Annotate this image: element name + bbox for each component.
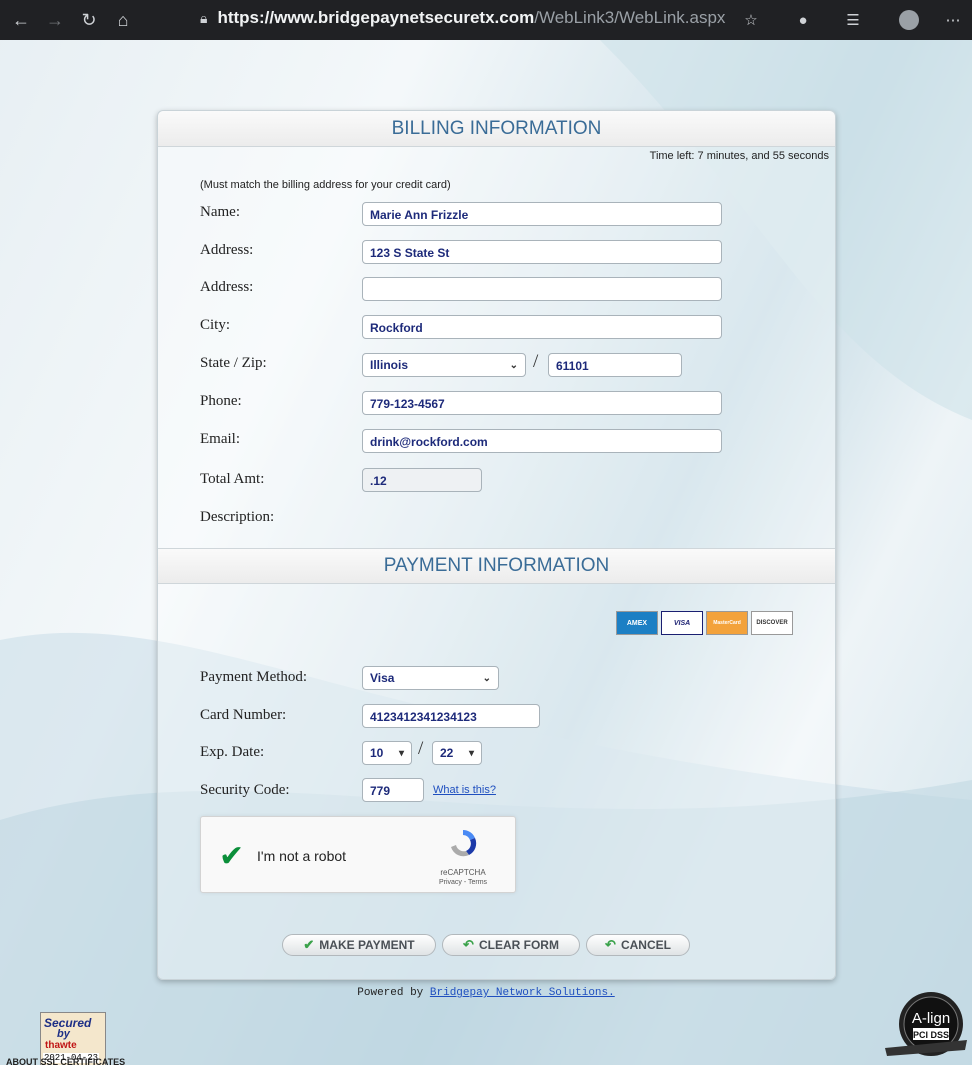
address2-label: Address: — [200, 279, 254, 295]
name-label: Name: — [200, 204, 240, 220]
bridgepay-link[interactable]: Bridgepay Network Solutions. — [430, 987, 615, 999]
make-payment-label: MAKE PAYMENT — [319, 938, 415, 952]
state-zip-slash: / — [533, 351, 539, 372]
exp-slash: / — [418, 738, 424, 759]
thawte-brand: thawte — [45, 1040, 77, 1051]
checkmark-icon[interactable]: ✔ — [219, 839, 244, 874]
url-host: https://www.bridgepaynetsecuretx.com — [217, 8, 535, 27]
exp-month-select[interactable]: 10 ▾ — [362, 741, 412, 765]
thawte-by: by — [57, 1028, 70, 1040]
payment-panel: BILLING INFORMATION Time left: 7 minutes… — [157, 110, 836, 980]
undo-icon: ↶ — [463, 937, 474, 952]
caret-down-icon: ▾ — [398, 747, 404, 759]
address2-input[interactable] — [362, 277, 722, 301]
exp-year-select[interactable]: 22 ▾ — [432, 741, 482, 765]
checkmark-icon: ✔ — [303, 937, 315, 952]
home-icon[interactable]: ⌂ — [110, 7, 136, 33]
address1-input[interactable]: 123 S State St — [362, 240, 722, 264]
url-path: /WebLink3/WebLink.aspx — [534, 8, 726, 27]
more-icon[interactable]: ⋯ — [940, 7, 966, 33]
recaptcha-widget[interactable]: ✔ I'm not a robot reCAPTCHA Privacy - Te… — [200, 816, 516, 893]
forward-icon[interactable]: → — [42, 7, 68, 33]
powered-by: Powered by Bridgepay Network Solutions. — [0, 987, 972, 999]
address1-label: Address: — [200, 242, 254, 258]
billing-note: (Must match the billing address for your… — [200, 179, 451, 191]
pci-dss-text: PCI DSS — [913, 1030, 949, 1040]
total-input: .12 — [362, 468, 482, 492]
state-zip-label: State / Zip: — [200, 355, 267, 371]
exp-year-value: 22 — [440, 746, 454, 760]
payment-header: PAYMENT INFORMATION — [158, 548, 835, 584]
recaptcha-logo: reCAPTCHA Privacy - Terms — [423, 827, 503, 886]
email-input[interactable]: drink@rockford.com — [362, 429, 722, 453]
address-bar[interactable]: 🔒︎ https://www.bridgepaynetsecuretx.com/… — [200, 8, 725, 28]
caret-down-icon: ▾ — [468, 747, 474, 759]
description-label: Description: — [200, 509, 275, 525]
chevron-down-icon: ⌄ — [482, 672, 491, 684]
aligned-pci-badge: A-lign PCI DSS — [885, 992, 967, 1056]
clear-form-button[interactable]: ↶ CLEAR FORM — [442, 934, 580, 956]
total-label: Total Amt: — [200, 471, 265, 487]
billing-header: BILLING INFORMATION — [158, 111, 835, 147]
extension-icon[interactable]: ● — [790, 7, 816, 33]
phone-label: Phone: — [200, 393, 242, 409]
ssl-certificates-link[interactable]: ABOUT SSL CERTIFICATES — [6, 1057, 125, 1065]
payment-method-label: Payment Method: — [200, 669, 308, 685]
city-label: City: — [200, 317, 231, 333]
back-icon[interactable]: ← — [8, 7, 34, 33]
undo-icon: ↶ — [605, 937, 616, 952]
security-code-input[interactable]: 779 — [362, 778, 424, 802]
card-number-input[interactable]: 4123412341234123 — [362, 704, 540, 728]
amex-logo: AMEX — [616, 611, 658, 635]
pci-brand-text: A-lign — [912, 1010, 950, 1027]
recaptcha-label: I'm not a robot — [257, 848, 347, 864]
chevron-down-icon: ⌄ — [509, 359, 518, 371]
what-is-this-link[interactable]: What is this? — [433, 784, 496, 796]
zip-input[interactable]: 61101 — [548, 353, 682, 377]
powered-by-prefix: Powered by — [357, 987, 430, 999]
payment-method-select[interactable]: Visa ⌄ — [362, 666, 499, 690]
clear-form-label: CLEAR FORM — [478, 938, 559, 952]
reload-icon[interactable]: ↻ — [76, 7, 102, 33]
browser-toolbar: ← → ↻ ⌂ 🔒︎ https://www.bridgepaynetsecur… — [0, 0, 972, 40]
mastercard-logo: MasterCard — [706, 611, 748, 635]
card-number-label: Card Number: — [200, 707, 287, 723]
payment-method-value: Visa — [370, 671, 395, 685]
email-label: Email: — [200, 431, 240, 447]
state-select[interactable]: Illinois ⌄ — [362, 353, 526, 377]
visa-logo: VISA — [661, 611, 703, 635]
state-value: Illinois — [370, 358, 409, 372]
cancel-label: CANCEL — [620, 938, 671, 952]
exp-month-value: 10 — [370, 746, 384, 760]
favorite-icon[interactable]: ☆ — [738, 7, 764, 33]
recaptcha-icon — [451, 830, 477, 857]
card-logos: AMEX VISA MasterCard DISCOVER — [616, 611, 793, 635]
recaptcha-brand: reCAPTCHA — [440, 868, 486, 877]
collections-icon[interactable]: ☰ — [840, 7, 866, 33]
phone-input[interactable]: 779-123-4567 — [362, 391, 722, 415]
make-payment-button[interactable]: ✔ MAKE PAYMENT — [282, 934, 436, 956]
discover-logo: DISCOVER — [751, 611, 793, 635]
time-left: Time left: 7 minutes, and 55 seconds — [649, 150, 829, 162]
profile-icon[interactable] — [896, 7, 922, 33]
name-input[interactable]: Marie Ann Frizzle — [362, 202, 722, 226]
city-input[interactable]: Rockford — [362, 315, 722, 339]
exp-date-label: Exp. Date: — [200, 744, 265, 760]
recaptcha-terms[interactable]: Privacy - Terms — [423, 879, 503, 886]
lock-icon: 🔒︎ — [200, 9, 208, 26]
security-code-label: Security Code: — [200, 782, 290, 798]
cancel-button[interactable]: ↶ CANCEL — [586, 934, 690, 956]
